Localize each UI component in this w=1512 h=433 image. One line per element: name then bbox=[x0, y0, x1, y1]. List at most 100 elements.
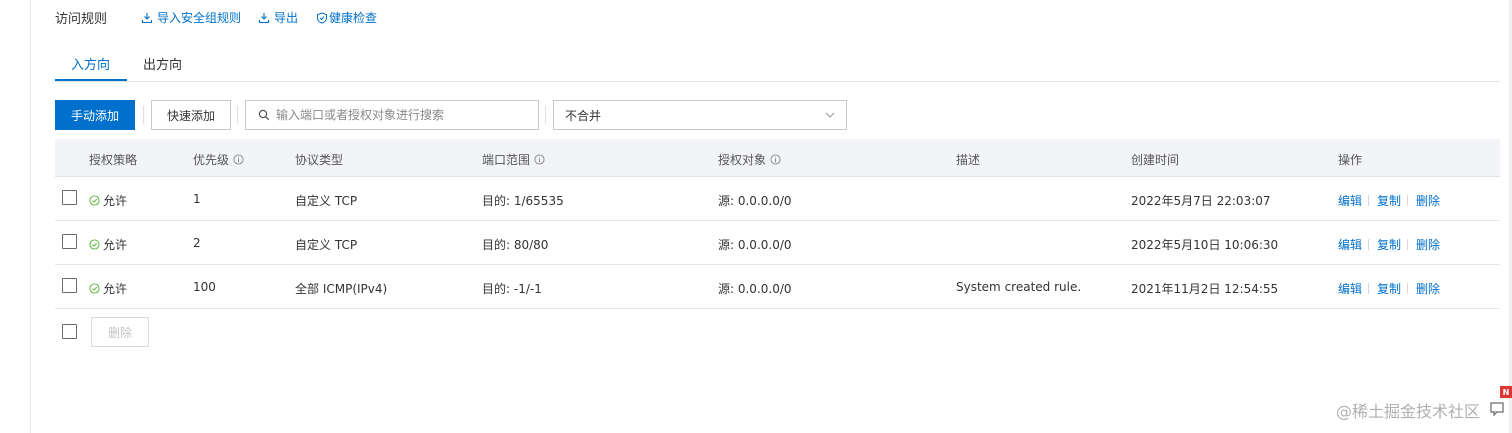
header-priority: 优先级 bbox=[193, 151, 244, 168]
auth-object-cell: 源: 0.0.0.0/0 bbox=[718, 238, 792, 252]
merge-select[interactable]: 不合并 bbox=[553, 100, 847, 130]
delete-link[interactable]: 删除 bbox=[1416, 236, 1440, 253]
copy-link[interactable]: 复制 bbox=[1377, 192, 1401, 209]
row-checkbox[interactable] bbox=[62, 190, 77, 205]
table-row: 允许 1 自定义 TCP 目的: 1/65535 源: 0.0.0.0/0 20… bbox=[55, 177, 1500, 221]
watermark: @稀土掘金技术社区 bbox=[1336, 402, 1481, 421]
table-header: 授权策略 优先级 协议类型 端口范围 授权对象 描述 创建时间 操作 bbox=[55, 139, 1500, 177]
header-created-label: 创建时间 bbox=[1131, 153, 1180, 167]
created-time-cell: 2022年5月10日 10:06:30 bbox=[1131, 238, 1279, 252]
edit-link[interactable]: 编辑 bbox=[1338, 280, 1362, 297]
port-range-cell: 目的: 1/65535 bbox=[482, 194, 564, 208]
policy-text: 允许 bbox=[103, 194, 128, 208]
batch-delete-button[interactable]: 删除 bbox=[91, 317, 149, 347]
section-title: 访问规则 bbox=[55, 12, 108, 27]
header-auth-object-label: 授权对象 bbox=[718, 153, 767, 167]
priority-cell: 100 bbox=[193, 280, 216, 294]
row-actions: 编辑 复制 删除 bbox=[1338, 192, 1440, 209]
action-separator bbox=[1407, 195, 1409, 206]
table-row: 允许 2 自定义 TCP 目的: 80/80 源: 0.0.0.0/0 2022… bbox=[55, 221, 1500, 265]
export-label: 导出 bbox=[274, 11, 299, 25]
row-checkbox[interactable] bbox=[62, 278, 77, 293]
delete-link[interactable]: 删除 bbox=[1416, 192, 1440, 209]
delete-link[interactable]: 删除 bbox=[1416, 280, 1440, 297]
check-circle-icon bbox=[89, 283, 100, 294]
copy-link[interactable]: 复制 bbox=[1377, 236, 1401, 253]
toolbar-divider bbox=[545, 106, 546, 124]
header-policy: 授权策略 bbox=[89, 151, 137, 168]
copy-link[interactable]: 复制 bbox=[1377, 280, 1401, 297]
quick-add-button[interactable]: 快速添加 bbox=[151, 100, 231, 130]
header-actions-label: 操作 bbox=[1338, 153, 1363, 167]
auth-object-cell: 源: 0.0.0.0/0 bbox=[718, 282, 792, 296]
health-check-link[interactable]: 健康检查 bbox=[316, 9, 377, 26]
header-description-label: 描述 bbox=[956, 153, 981, 167]
tab-inbound[interactable]: 入方向 bbox=[71, 54, 110, 73]
action-separator bbox=[1407, 283, 1409, 294]
search-icon bbox=[258, 109, 270, 121]
new-badge: N bbox=[1500, 386, 1512, 398]
row-actions: 编辑 复制 删除 bbox=[1338, 280, 1440, 297]
header-created: 创建时间 bbox=[1131, 151, 1179, 168]
auth-object-cell: 源: 0.0.0.0/0 bbox=[718, 194, 792, 208]
header-port-range-label: 端口范围 bbox=[482, 153, 531, 167]
header-policy-label: 授权策略 bbox=[89, 153, 138, 167]
active-tab-indicator bbox=[55, 79, 127, 81]
search-input[interactable] bbox=[274, 107, 528, 123]
tabs-divider bbox=[55, 81, 1500, 82]
import-icon bbox=[141, 12, 153, 23]
manual-add-button[interactable]: 手动添加 bbox=[55, 100, 135, 130]
import-rules-label: 导入安全组规则 bbox=[157, 11, 242, 25]
search-field[interactable] bbox=[245, 100, 539, 130]
export-icon bbox=[258, 12, 270, 23]
policy-text: 允许 bbox=[103, 282, 128, 296]
created-time-cell: 2021年11月2日 12:54:55 bbox=[1131, 282, 1279, 296]
info-icon[interactable] bbox=[534, 154, 545, 165]
description-cell: System created rule. bbox=[956, 280, 1082, 294]
toolbar-divider bbox=[237, 106, 238, 124]
message-icon[interactable] bbox=[1490, 402, 1506, 416]
priority-cell: 2 bbox=[193, 236, 201, 250]
policy-cell: 允许 bbox=[89, 192, 127, 209]
check-circle-icon bbox=[89, 195, 100, 206]
export-link[interactable]: 导出 bbox=[258, 9, 298, 26]
shield-check-icon bbox=[317, 11, 327, 24]
protocol-cell: 全部 ICMP(IPv4) bbox=[295, 282, 388, 296]
header-protocol: 协议类型 bbox=[295, 151, 343, 168]
action-separator bbox=[1368, 283, 1370, 294]
port-range-cell: 目的: -1/-1 bbox=[482, 282, 542, 296]
protocol-cell: 自定义 TCP bbox=[295, 194, 358, 208]
policy-text: 允许 bbox=[103, 238, 128, 252]
created-time-cell: 2022年5月7日 22:03:07 bbox=[1131, 194, 1271, 208]
policy-cell: 允许 bbox=[89, 280, 127, 297]
edit-link[interactable]: 编辑 bbox=[1338, 236, 1362, 253]
protocol-cell: 自定义 TCP bbox=[295, 238, 358, 252]
check-circle-icon bbox=[89, 239, 100, 250]
header-port-range: 端口范围 bbox=[482, 151, 545, 168]
import-rules-link[interactable]: 导入安全组规则 bbox=[141, 9, 241, 26]
action-separator bbox=[1368, 239, 1370, 250]
edit-link[interactable]: 编辑 bbox=[1338, 192, 1362, 209]
header-actions: 操作 bbox=[1338, 151, 1362, 168]
policy-cell: 允许 bbox=[89, 236, 127, 253]
chevron-down-icon bbox=[825, 112, 835, 118]
info-icon[interactable] bbox=[770, 154, 781, 165]
health-check-label: 健康检查 bbox=[329, 11, 378, 25]
row-checkbox[interactable] bbox=[62, 234, 77, 249]
merge-select-value: 不合并 bbox=[565, 108, 602, 123]
action-separator bbox=[1368, 195, 1370, 206]
action-separator bbox=[1407, 239, 1409, 250]
header-protocol-label: 协议类型 bbox=[295, 153, 344, 167]
tab-outbound[interactable]: 出方向 bbox=[143, 54, 182, 73]
table-row: 允许 100 全部 ICMP(IPv4) 目的: -1/-1 源: 0.0.0.… bbox=[55, 265, 1500, 309]
info-icon[interactable] bbox=[233, 154, 244, 165]
priority-cell: 1 bbox=[193, 192, 201, 206]
port-range-cell: 目的: 80/80 bbox=[482, 238, 549, 252]
left-border bbox=[30, 0, 31, 433]
header-priority-label: 优先级 bbox=[193, 153, 230, 167]
header-auth-object: 授权对象 bbox=[718, 151, 781, 168]
header-description: 描述 bbox=[956, 151, 980, 168]
row-actions: 编辑 复制 删除 bbox=[1338, 236, 1440, 253]
select-all-checkbox[interactable] bbox=[62, 324, 77, 339]
toolbar-divider bbox=[143, 106, 144, 124]
